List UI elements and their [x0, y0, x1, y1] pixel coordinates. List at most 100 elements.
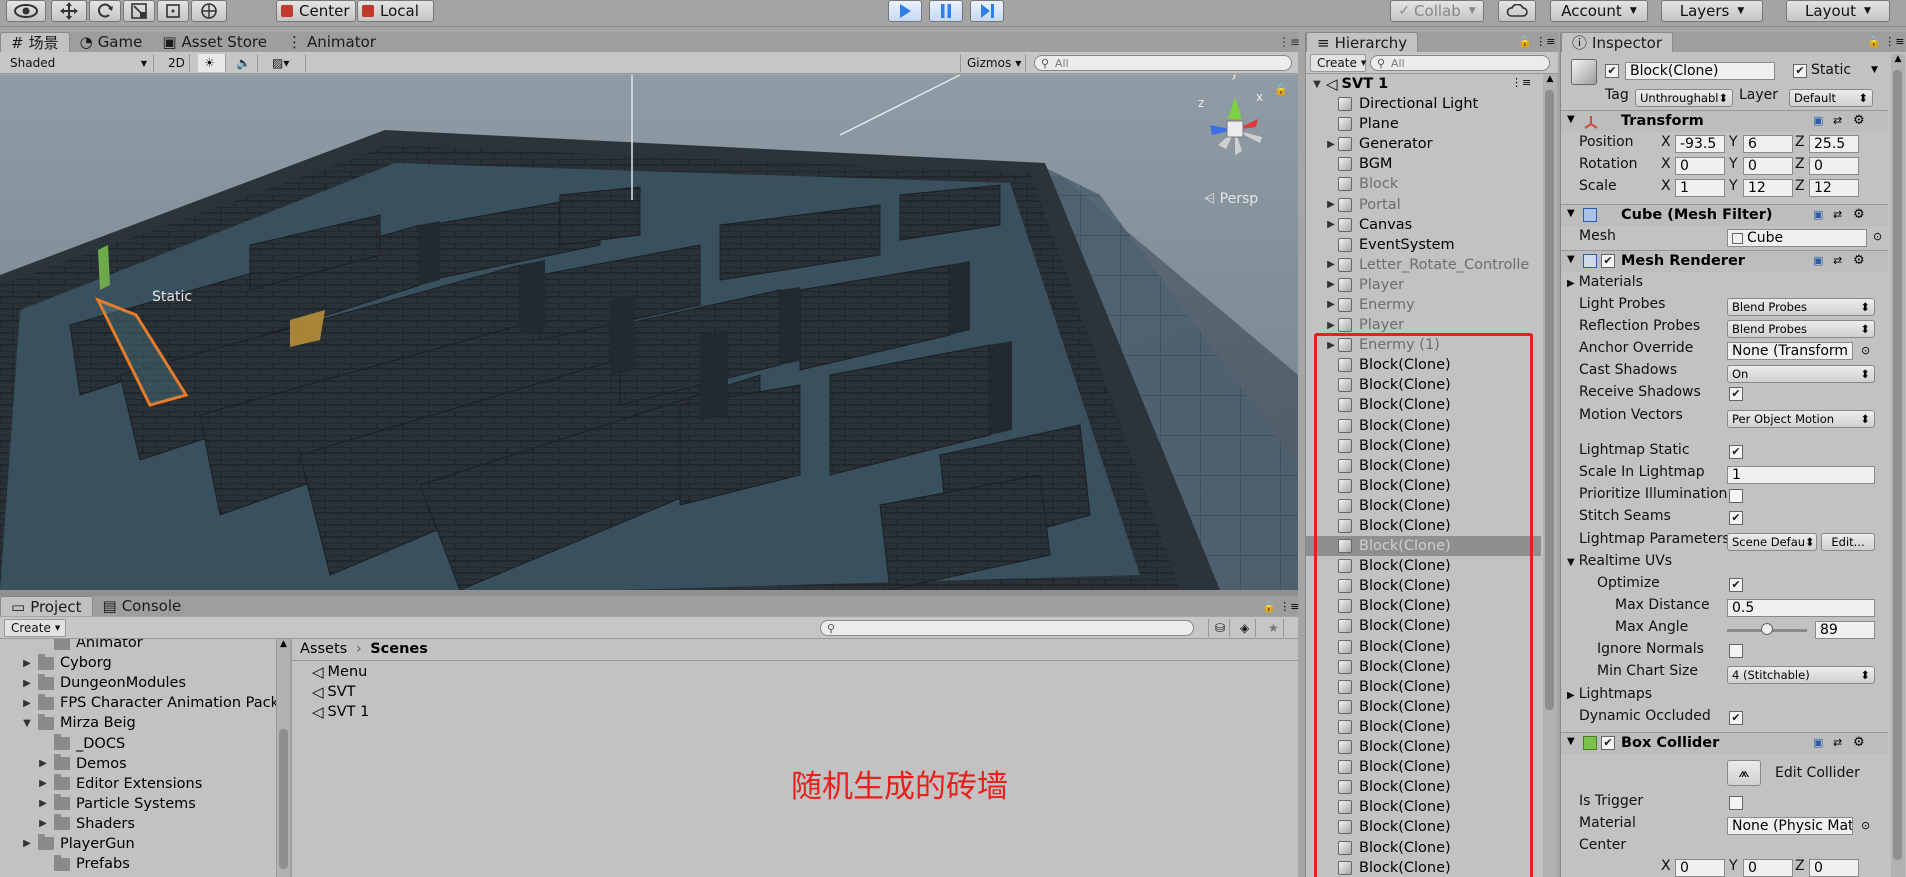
mode-2d-toggle[interactable]: 2D	[162, 54, 190, 72]
active-checkbox[interactable]: ✔	[1605, 64, 1619, 78]
breadcrumb-assets[interactable]: Assets	[300, 641, 347, 657]
ignore-normals-checkbox[interactable]	[1729, 644, 1743, 658]
mesh-filter-header[interactable]: ▼ Cube (Mesh Filter) ▣ ⇄ ⚙	[1561, 204, 1888, 226]
materials-foldout[interactable]: ▶ Materials	[1567, 274, 1643, 290]
static-checkbox[interactable]: ✔	[1793, 64, 1807, 78]
rect-tool-button[interactable]	[157, 0, 189, 22]
folder-item[interactable]: ▶ Demos	[0, 754, 276, 774]
cast-shadows-dropdown[interactable]: On ⬍	[1727, 365, 1875, 383]
expand-arrow-icon[interactable]: ▶	[1324, 139, 1338, 150]
gear-icon[interactable]: ⚙	[1853, 253, 1865, 268]
layers-dropdown[interactable]: Layers ▼	[1661, 0, 1763, 22]
folder-item[interactable]: ▶ Particle Systems	[0, 794, 276, 814]
expand-arrow-icon[interactable]: ▼	[1310, 79, 1324, 90]
scene-file-svt[interactable]: ◁ SVT	[312, 683, 356, 701]
transform-tool-button[interactable]	[191, 0, 227, 22]
lightmap-parameters-edit-button[interactable]: Edit...	[1821, 533, 1875, 551]
edit-collider-button[interactable]: ⩕	[1727, 760, 1761, 786]
scale-z-input[interactable]: 12	[1809, 179, 1859, 197]
center-z-input[interactable]: 0	[1809, 859, 1859, 877]
tag-dropdown[interactable]: Unthroughabl ⬍	[1635, 89, 1733, 107]
play-button[interactable]	[888, 0, 922, 22]
hierarchy-lock-icon[interactable]: 🔒 ⋮≡	[1518, 35, 1555, 48]
collab-button[interactable]: ✓ Collab ▼	[1390, 0, 1484, 22]
folder-item[interactable]: ▶ DungeonModules	[0, 673, 276, 693]
expand-arrow-icon[interactable]: ▶	[1324, 299, 1338, 310]
expand-arrow-icon[interactable]: ▶	[1324, 219, 1338, 230]
filter-label-button[interactable]: ◈	[1234, 619, 1256, 637]
dynamic-occluded-checkbox[interactable]: ✔	[1729, 711, 1743, 725]
tab-hierarchy[interactable]: ≡ Hierarchy	[1306, 32, 1419, 52]
object-name-input[interactable]: Block(Clone)	[1625, 62, 1775, 80]
inspector-scrollbar[interactable]: ▲	[1891, 54, 1905, 877]
help-icon[interactable]: ▣	[1813, 254, 1823, 267]
reflection-probes-dropdown[interactable]: Blend Probes ⬍	[1727, 320, 1875, 338]
scale-y-input[interactable]: 12	[1743, 179, 1793, 197]
position-y-input[interactable]: 6	[1743, 135, 1793, 153]
object-picker-icon[interactable]: ⊙	[1861, 344, 1870, 357]
hierarchy-item[interactable]: ▶ Enermy	[1306, 295, 1541, 315]
filter-type-button[interactable]: ⛁	[1208, 619, 1230, 637]
realtime-uvs-foldout[interactable]: ▼ Realtime UVs	[1567, 553, 1672, 569]
hierarchy-search-input[interactable]: ⚲ All	[1370, 55, 1550, 71]
foldout-arrow-icon[interactable]: ▼	[1567, 208, 1575, 219]
folder-item[interactable]: ▶ Editor Extensions	[0, 774, 276, 794]
material-field[interactable]: None (Physic Mat	[1727, 817, 1853, 835]
tab-animator[interactable]: ⋮ Animator	[277, 32, 386, 52]
gear-icon[interactable]: ⚙	[1853, 113, 1865, 128]
account-dropdown[interactable]: Account ▼	[1550, 0, 1648, 22]
effects-dropdown[interactable]: ▨▾	[266, 54, 306, 72]
scene-root[interactable]: ▼ ◁ SVT 1	[1306, 74, 1541, 94]
optimize-checkbox[interactable]: ✔	[1729, 578, 1743, 592]
expand-arrow-icon[interactable]: ▶	[36, 818, 50, 829]
folder-item[interactable]: ▶ FPS Character Animation Pack	[0, 693, 276, 713]
help-icon[interactable]: ▣	[1813, 114, 1823, 127]
folder-tree-scrollbar[interactable]: ▲	[276, 639, 290, 877]
space-local-button[interactable]: Local	[357, 0, 434, 22]
lightmaps-foldout[interactable]: ▶ Lightmaps	[1567, 686, 1652, 702]
shading-dropdown[interactable]: Shaded ▼	[4, 54, 154, 72]
folder-item[interactable]: ▶ Cyborg	[0, 653, 276, 673]
hierarchy-item[interactable]: EventSystem	[1306, 235, 1541, 255]
tab-game[interactable]: ◔ Game	[70, 32, 153, 52]
preset-icon[interactable]: ⇄	[1833, 736, 1842, 749]
transform-header[interactable]: ▼ Transform ▣ ⇄ ⚙	[1561, 110, 1888, 132]
expand-arrow-icon[interactable]: ▶	[36, 758, 50, 769]
rotate-tool-button[interactable]	[89, 0, 121, 22]
rotation-z-input[interactable]: 0	[1809, 157, 1859, 175]
is-trigger-checkbox[interactable]	[1729, 796, 1743, 810]
scene-root-menu-icon[interactable]: ⋮≡	[1511, 76, 1531, 89]
min-chart-size-dropdown[interactable]: 4 (Stitchable) ⬍	[1727, 666, 1875, 684]
tab-project[interactable]: ▭ Project	[0, 596, 93, 616]
foldout-arrow-icon[interactable]: ▼	[1567, 736, 1575, 747]
expand-arrow-icon[interactable]: ▼	[20, 718, 34, 729]
audio-toggle[interactable]: 🔈	[230, 54, 258, 72]
preset-icon[interactable]: ⇄	[1833, 208, 1842, 221]
folder-item[interactable]: ▶ PlayerGun	[0, 834, 276, 854]
mesh-field[interactable]: Cube	[1727, 229, 1867, 247]
mesh-renderer-header[interactable]: ▼ ✔ Mesh Renderer ▣ ⇄ ⚙	[1561, 250, 1888, 272]
cloud-button[interactable]	[1498, 0, 1536, 22]
hierarchy-item[interactable]: Directional Light	[1306, 94, 1541, 114]
center-y-input[interactable]: 0	[1743, 859, 1793, 877]
project-search-input[interactable]: ⚲	[820, 620, 1194, 636]
max-distance-input[interactable]: 0.5	[1727, 599, 1875, 617]
layer-dropdown[interactable]: Default ⬍	[1789, 89, 1873, 107]
light-probes-dropdown[interactable]: Blend Probes ⬍	[1727, 298, 1875, 316]
scene-file-svt1[interactable]: ◁ SVT 1	[312, 703, 369, 721]
layout-dropdown[interactable]: Layout ▼	[1786, 0, 1890, 22]
scale-in-lightmap-input[interactable]: 1	[1727, 466, 1875, 484]
expand-arrow-icon[interactable]: ▶	[1324, 259, 1338, 270]
tab-console[interactable]: ▤ Console	[93, 596, 192, 616]
expand-arrow-icon[interactable]: ▶	[20, 838, 34, 849]
hierarchy-item[interactable]: Block	[1306, 174, 1541, 194]
panel-menu-icon[interactable]: ⋮≡	[1278, 35, 1300, 49]
expand-arrow-icon[interactable]: ▶	[20, 698, 34, 709]
preset-icon[interactable]: ⇄	[1833, 254, 1842, 267]
scale-tool-button[interactable]	[123, 0, 155, 22]
foldout-arrow-icon[interactable]: ▼	[1567, 254, 1575, 265]
folder-item[interactable]: Prefabs	[0, 854, 276, 874]
expand-arrow-icon[interactable]: ▶	[36, 798, 50, 809]
rotation-y-input[interactable]: 0	[1743, 157, 1793, 175]
lightmap-parameters-dropdown[interactable]: Scene Defau ⬍	[1727, 533, 1817, 551]
